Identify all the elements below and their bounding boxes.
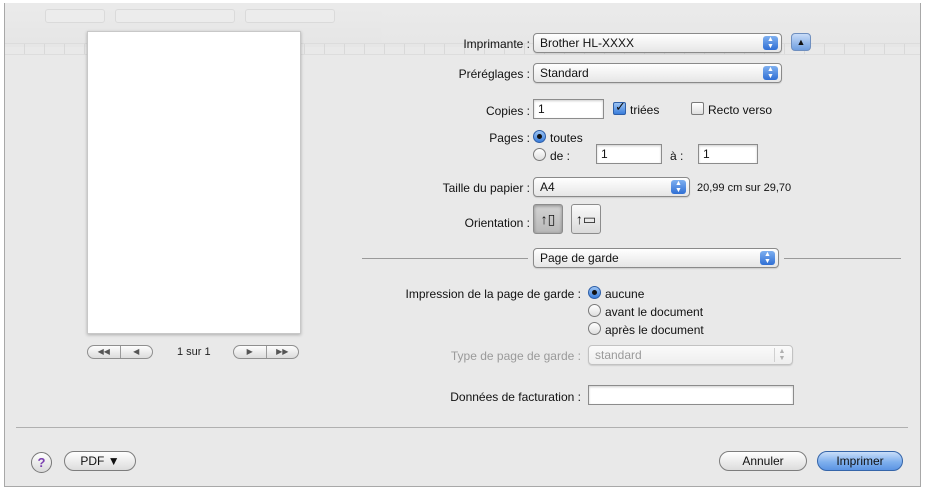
duplex-checkbox[interactable] bbox=[691, 102, 704, 115]
help-icon[interactable]: ? bbox=[31, 452, 52, 473]
presets-label: Préréglages : bbox=[458, 67, 530, 81]
pdf-button[interactable]: PDF ▼ bbox=[64, 451, 136, 471]
billing-label: Données de facturation : bbox=[450, 390, 581, 404]
cover-page-label: Impression de la page de garde : bbox=[405, 287, 581, 301]
panel-divider-right bbox=[784, 258, 901, 259]
cover-option-none: aucune bbox=[605, 287, 645, 301]
cover-before-radio[interactable] bbox=[588, 304, 601, 317]
pages-label: Pages : bbox=[489, 131, 530, 145]
panel-value: Page de garde bbox=[540, 251, 619, 265]
print-button[interactable]: Imprimer bbox=[817, 451, 903, 471]
panel-divider-left bbox=[362, 258, 528, 259]
preview-nav-forward[interactable]: ▶ ▶▶ bbox=[233, 345, 299, 359]
duplex-label: Recto verso bbox=[708, 103, 773, 117]
printer-select[interactable]: Brother HL-XXXX ▲ ▼ bbox=[533, 33, 782, 53]
collated-checkbox[interactable] bbox=[613, 99, 626, 115]
page-count: 1 sur 1 bbox=[177, 346, 211, 358]
billing-field[interactable] bbox=[588, 385, 794, 405]
paper-size-value: A4 bbox=[540, 180, 555, 194]
copies-label: Copies : bbox=[485, 104, 530, 118]
cover-type-label: Type de page de garde : bbox=[450, 349, 581, 363]
paper-size-label: Taille du papier : bbox=[442, 181, 530, 195]
updown-arrows-icon: ▲ ▼ bbox=[763, 36, 778, 50]
next-page-icon[interactable]: ▶ bbox=[234, 346, 266, 358]
pages-all-radio[interactable] bbox=[533, 130, 546, 143]
pages-to-label: à : bbox=[670, 149, 684, 163]
orientation-label: Orientation : bbox=[464, 216, 530, 230]
paper-size-select[interactable]: A4 ▲ ▼ bbox=[533, 177, 690, 197]
presets-select[interactable]: Standard ▲ ▼ bbox=[533, 63, 782, 83]
panel-select[interactable]: Page de garde ▲ ▼ bbox=[533, 248, 779, 268]
triangle-up-icon[interactable]: ▲ bbox=[791, 33, 811, 51]
portrait-orientation-icon[interactable]: ↑▯ bbox=[533, 204, 563, 234]
first-page-icon[interactable]: ◀◀ bbox=[88, 346, 120, 358]
landscape-orientation-icon[interactable]: ↑▭ bbox=[571, 204, 601, 234]
updown-arrows-icon: ▲ ▼ bbox=[760, 251, 775, 265]
printer-value: Brother HL-XXXX bbox=[540, 36, 635, 50]
cover-option-after: après le document bbox=[605, 323, 704, 337]
previous-page-icon[interactable]: ◀ bbox=[119, 346, 153, 358]
pages-range-label: de : bbox=[550, 149, 571, 163]
pages-from-field[interactable]: 1 bbox=[596, 144, 662, 164]
pages-range-radio[interactable] bbox=[533, 148, 546, 161]
cover-after-radio[interactable] bbox=[588, 322, 601, 335]
updown-arrows-icon: ▲ ▼ bbox=[763, 66, 778, 80]
cover-type-value: standard bbox=[595, 348, 642, 362]
updown-arrows-icon: ▲ ▼ bbox=[671, 180, 686, 194]
cover-none-radio[interactable] bbox=[588, 286, 601, 299]
collated-label: triées bbox=[630, 103, 660, 117]
cover-type-select[interactable]: standard ▲ ▼ bbox=[588, 345, 793, 365]
copies-field[interactable]: 1 bbox=[533, 99, 604, 119]
pages-all-label: toutes bbox=[550, 131, 583, 145]
preview-nav-back[interactable]: ◀◀ ◀ bbox=[87, 345, 153, 359]
print-dialog: ◀◀ ◀ 1 sur 1 ▶ ▶▶ Imprimante : Brother H… bbox=[4, 3, 921, 487]
paper-dimensions: 20,99 cm sur 29,70 bbox=[697, 182, 792, 194]
printer-label: Imprimante : bbox=[463, 37, 530, 51]
cancel-button[interactable]: Annuler bbox=[719, 451, 807, 471]
pages-to-field[interactable]: 1 bbox=[698, 144, 758, 164]
cover-option-before: avant le document bbox=[605, 305, 704, 319]
updown-arrows-icon: ▲ ▼ bbox=[774, 348, 789, 362]
last-page-icon[interactable]: ▶▶ bbox=[265, 346, 299, 358]
footer-divider bbox=[16, 427, 908, 428]
presets-value: Standard bbox=[540, 66, 589, 80]
page-preview bbox=[87, 31, 301, 334]
